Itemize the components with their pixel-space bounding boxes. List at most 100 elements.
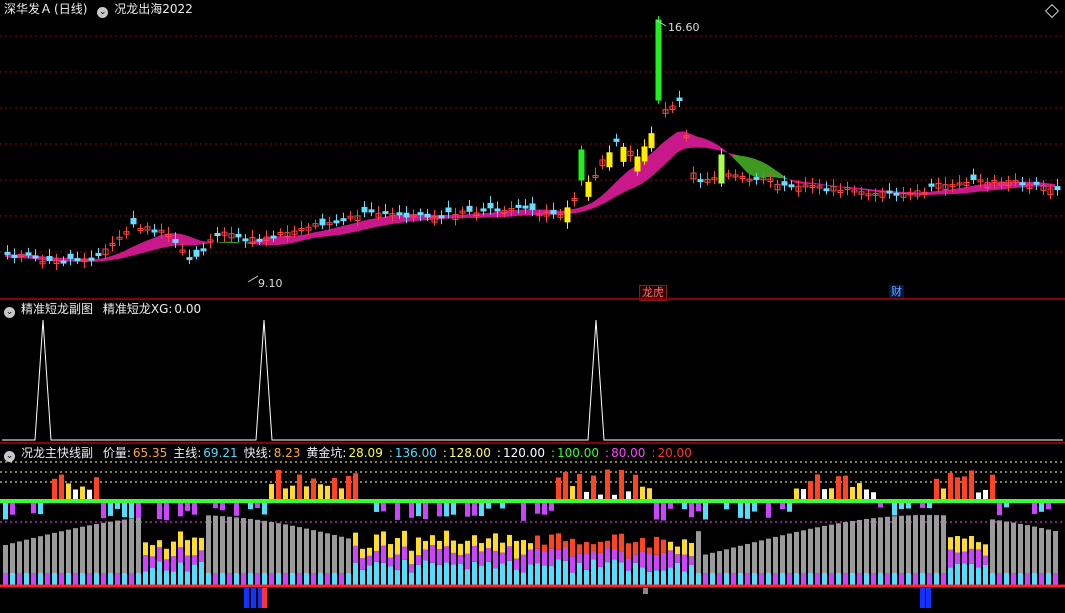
histogram-chart[interactable]: [0, 444, 1065, 613]
stack-bar-top: [948, 537, 953, 550]
histogram-bar-down: [780, 503, 785, 509]
histogram-bar-down: [1004, 503, 1009, 508]
stack-bar-top: [521, 540, 526, 555]
stack-bar-purple: [542, 551, 547, 566]
sub-chart-jingzhun[interactable]: ⌄ 精准短龙副图 精准短龙XG: 0.00: [0, 300, 1065, 442]
badge-finance[interactable]: 财: [889, 285, 904, 299]
signal-line-chart[interactable]: [0, 300, 1065, 442]
candle-body: [788, 184, 795, 188]
histogram-bar-up: [990, 474, 995, 501]
stack-bar-cyan: [395, 570, 400, 585]
period-label[interactable]: (日线): [54, 2, 87, 16]
collapse-icon[interactable]: ⌄: [97, 7, 109, 18]
stack-bar-cyan: [647, 571, 652, 585]
sub1-name[interactable]: 精准短龙副图: [21, 302, 93, 316]
stack-bar-cyan: [143, 571, 148, 585]
collapse-icon[interactable]: ⌄: [4, 307, 15, 318]
stack-bar-purple: [493, 550, 498, 569]
histogram-bar-down: [31, 503, 36, 514]
stack-bar-cyan: [472, 561, 477, 585]
volume-bar-base: [717, 573, 722, 585]
volume-bar-base: [297, 573, 302, 585]
stack-bar-purple: [626, 558, 631, 571]
candle-body: [235, 233, 242, 238]
histogram-bar-down: [465, 503, 470, 517]
sub-chart-kuanglong[interactable]: ⌄ 况龙主快线副 价量: 65.35 主线: 69.21 快线: 8.23 黄金坑: 28.09…: [0, 444, 1065, 613]
candle-body: [515, 204, 522, 208]
histogram-bar-down: [1046, 503, 1051, 510]
stack-bar-cyan: [528, 564, 533, 585]
stack-bar-top: [150, 545, 155, 557]
volume-bar-base: [304, 573, 309, 585]
sub2-item-value: 20.00: [657, 446, 692, 460]
stack-bar-cyan: [619, 562, 624, 585]
stack-bar-top: [647, 547, 652, 554]
stack-bar-cyan: [381, 562, 386, 585]
volume-bar-base: [3, 573, 8, 585]
sub2-item-label: :: [388, 446, 393, 460]
stack-bar-purple: [409, 564, 414, 573]
stack-bar-cyan: [479, 565, 484, 585]
main-chart-panel[interactable]: 深华发Ａ (日线) ⌄ 况龙出海2022 16.60 9.10 龙虎 财: [0, 0, 1065, 301]
stack-bar-purple: [962, 551, 967, 564]
signal-bar: [920, 588, 925, 608]
histogram-bar-down: [920, 503, 925, 508]
stack-bar-purple: [437, 549, 442, 565]
histogram-bar-down: [738, 503, 743, 518]
volume-bar-base: [31, 573, 36, 585]
candle-body: [970, 174, 977, 180]
candle-body: [88, 257, 95, 261]
sub2-item-label: 价量:: [102, 446, 131, 460]
histogram-bar-down: [661, 503, 666, 521]
stack-bar-top: [549, 534, 554, 549]
candlestick-chart[interactable]: 16.60 9.10: [0, 0, 1065, 298]
histogram-bar-up: [346, 475, 351, 501]
volume-bar-base: [752, 573, 757, 585]
stack-bar-cyan: [983, 564, 988, 585]
indicator-name[interactable]: 况龙出海2022: [114, 2, 193, 16]
stack-bar-top: [584, 542, 589, 554]
stack-bar-purple: [640, 551, 645, 568]
candle-body: [550, 209, 557, 215]
stack-bar-top: [164, 548, 169, 560]
stack-bar-purple: [598, 552, 603, 567]
stack-bar-top: [430, 535, 435, 546]
volume-bar-base: [822, 573, 827, 585]
stack-bar-cyan: [591, 559, 596, 585]
histogram-bar-down: [787, 503, 792, 512]
volume-bar-base: [17, 573, 22, 585]
volume-bar-base: [738, 573, 743, 585]
volume-bar-base: [745, 573, 750, 585]
histogram-bar-down: [1032, 503, 1037, 514]
signal-bar: [251, 588, 256, 608]
stack-bar-top: [493, 533, 498, 551]
stack-bar-purple: [563, 547, 568, 561]
stack-bar-cyan: [171, 571, 176, 585]
histogram-bar-up: [66, 483, 71, 501]
stack-bar-top: [178, 531, 183, 548]
histogram-bar-down: [178, 503, 183, 517]
volume-bar-base: [38, 573, 43, 585]
histogram-bar-down: [696, 503, 701, 512]
histogram-bar-down: [423, 503, 428, 520]
sub2-item-value: 65.35: [132, 446, 168, 460]
stack-bar-top: [619, 533, 624, 552]
candle-body: [193, 249, 200, 257]
candle-body: [1019, 182, 1026, 186]
stack-bar-cyan: [955, 563, 960, 585]
stock-name[interactable]: 深华发Ａ: [4, 2, 52, 16]
histogram-bar-down: [374, 503, 379, 512]
histogram-bar-up: [843, 475, 848, 501]
histogram-bar-down: [157, 503, 162, 520]
stack-bar-cyan: [185, 571, 190, 585]
histogram-bar-down: [654, 503, 659, 520]
volume-bar-base: [220, 573, 225, 585]
volume-bar-base: [1039, 573, 1044, 585]
stack-bar-purple: [472, 545, 477, 562]
candle-body: [620, 146, 627, 162]
sub2-name[interactable]: 况龙主快线副: [21, 446, 93, 460]
stack-bar-purple: [983, 555, 988, 565]
candle-body: [4, 251, 11, 255]
collapse-icon[interactable]: ⌄: [4, 451, 15, 462]
stack-bar-top: [633, 542, 638, 555]
